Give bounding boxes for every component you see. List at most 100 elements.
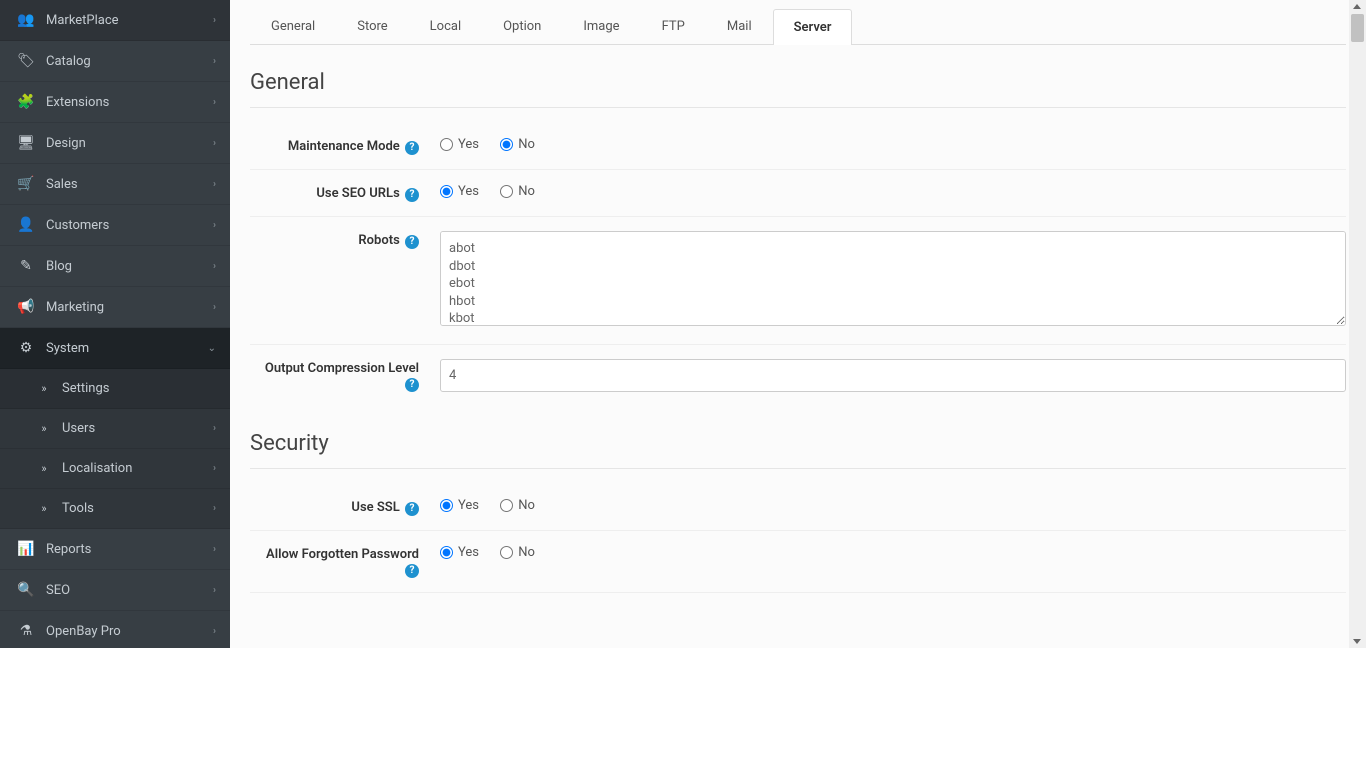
radio-maintenance-yes[interactable]: Yes <box>440 137 479 152</box>
sidebar-item-label: MarketPlace <box>46 13 119 28</box>
content-panel: General Store Local Option Image FTP Mai… <box>230 0 1366 648</box>
app-window: 👥MarketPlace› 🏷Catalog› 🧩Extensions› 🖥De… <box>0 0 1366 648</box>
sidebar-item-marketing[interactable]: 📢Marketing› <box>0 287 230 328</box>
sidebar-item-system[interactable]: ⚙ System ⌄ <box>0 328 230 369</box>
tab-store[interactable]: Store <box>336 8 408 44</box>
chart-icon: 📊 <box>16 541 36 557</box>
tab-mail[interactable]: Mail <box>706 8 773 44</box>
help-icon[interactable]: ? <box>405 188 419 202</box>
label-robots: Robots ? <box>250 231 425 330</box>
label-seo-urls: Use SEO URLs ? <box>250 184 425 202</box>
row-seo-urls: Use SEO URLs ? Yes No <box>250 170 1346 217</box>
sidebar-item-label: Blog <box>46 259 72 274</box>
users-icon: 👥 <box>16 12 36 28</box>
sidebar-item-label: Design <box>46 136 86 151</box>
sidebar-item-label: System <box>46 341 89 356</box>
sidebar-sub-tools[interactable]: »Tools› <box>0 489 230 529</box>
sidebar-item-label: Catalog <box>46 54 91 69</box>
radio-maintenance-no[interactable]: No <box>500 137 535 152</box>
help-icon[interactable]: ? <box>405 378 419 392</box>
sidebar-item-seo[interactable]: 🔍 SEO › <box>0 570 230 611</box>
help-icon[interactable]: ? <box>405 141 419 155</box>
help-icon[interactable]: ? <box>405 564 419 578</box>
chevron-right-icon: › <box>213 585 216 596</box>
compression-input[interactable] <box>440 359 1346 392</box>
scrollbar-vertical[interactable] <box>1349 0 1366 648</box>
sidebar-item-marketplace[interactable]: 👥MarketPlace› <box>0 0 230 41</box>
sidebar-item-sales[interactable]: 🛒Sales› <box>0 164 230 205</box>
sidebar-item-reports[interactable]: 📊 Reports › <box>0 529 230 570</box>
radio-label: Yes <box>458 498 479 513</box>
chevron-right-icon: › <box>213 56 216 67</box>
sidebar-item-label: Localisation <box>62 461 132 476</box>
double-chevron-icon: » <box>34 422 54 435</box>
chevron-right-icon: › <box>213 138 216 149</box>
radio-label: Yes <box>458 184 479 199</box>
section-heading-security: Security <box>250 431 1346 469</box>
sidebar-item-label: Extensions <box>46 95 109 110</box>
sidebar-sub-users[interactable]: » Users › <box>0 409 230 449</box>
tab-option[interactable]: Option <box>482 8 562 44</box>
help-icon[interactable]: ? <box>405 502 419 516</box>
tab-bar: General Store Local Option Image FTP Mai… <box>250 8 1346 45</box>
double-chevron-icon: » <box>34 382 54 395</box>
gear-icon: ⚙ <box>16 340 36 356</box>
label-forgot-password: Allow Forgotten Password ? <box>250 545 425 578</box>
radio-label: No <box>518 184 535 199</box>
sidebar-submenu-system: »Settings » Users › » Localisation › » Tools › <box>0 369 230 529</box>
section-heading-general: General <box>250 70 1346 108</box>
sidebar-item-extensions[interactable]: 🧩Extensions› <box>0 82 230 123</box>
cart-icon: 🛒 <box>16 176 36 192</box>
edit-icon: ✎ <box>16 258 36 274</box>
sidebar-item-label: Tools <box>62 501 94 516</box>
radio-seo-no[interactable]: No <box>500 184 535 199</box>
sidebar-item-blog[interactable]: ✎ Blog › <box>0 246 230 287</box>
user-icon: 👤 <box>16 217 36 233</box>
row-compression: Output Compression Level ? <box>250 345 1346 406</box>
radio-label: No <box>518 137 535 152</box>
sidebar-item-label: Sales <box>46 177 78 192</box>
sidebar-item-catalog[interactable]: 🏷 Catalog › <box>0 41 230 82</box>
sidebar-item-customers[interactable]: 👤 Customers › <box>0 205 230 246</box>
tag-icon: 🏷 <box>16 53 36 69</box>
radio-forgot-yes[interactable]: Yes <box>440 545 479 560</box>
chevron-right-icon: › <box>213 463 216 474</box>
search-icon: 🔍 <box>16 582 36 598</box>
tab-local[interactable]: Local <box>409 8 482 44</box>
sidebar-sub-localisation[interactable]: » Localisation › <box>0 449 230 489</box>
radio-label: Yes <box>458 545 479 560</box>
chevron-right-icon: › <box>213 220 216 231</box>
tab-image[interactable]: Image <box>562 8 640 44</box>
double-chevron-icon: » <box>34 502 54 515</box>
sidebar-item-label: Marketing <box>46 300 104 315</box>
radio-forgot-no[interactable]: No <box>500 545 535 560</box>
robots-textarea[interactable] <box>440 231 1346 326</box>
radio-label: No <box>518 545 535 560</box>
chevron-right-icon: › <box>213 544 216 555</box>
radio-label: Yes <box>458 137 479 152</box>
chevron-right-icon: › <box>213 261 216 272</box>
radio-label: No <box>518 498 535 513</box>
chevron-right-icon: › <box>213 302 216 313</box>
sidebar-item-label: Customers <box>46 218 109 233</box>
help-icon[interactable]: ? <box>405 235 419 249</box>
row-forgot-password: Allow Forgotten Password ? Yes No <box>250 531 1346 593</box>
label-compression: Output Compression Level ? <box>250 359 425 392</box>
puzzle-icon: 🧩 <box>16 94 36 110</box>
sidebar-item-design[interactable]: 🖥Design› <box>0 123 230 164</box>
scrollbar-thumb[interactable] <box>1351 14 1364 42</box>
tab-general[interactable]: General <box>250 8 336 44</box>
radio-seo-yes[interactable]: Yes <box>440 184 479 199</box>
sidebar-item-label: SEO <box>46 583 70 598</box>
sidebar-sub-settings[interactable]: »Settings <box>0 369 230 409</box>
radio-ssl-no[interactable]: No <box>500 498 535 513</box>
sidebar-item-openbay[interactable]: ⚗OpenBay Pro› <box>0 611 230 648</box>
radio-ssl-yes[interactable]: Yes <box>440 498 479 513</box>
sidebar-item-label: Reports <box>46 542 91 557</box>
double-chevron-icon: » <box>34 462 54 475</box>
chevron-right-icon: › <box>213 423 216 434</box>
chevron-down-icon: ⌄ <box>208 343 216 354</box>
tab-ftp[interactable]: FTP <box>641 8 706 44</box>
sidebar-item-label: Users <box>62 421 95 436</box>
tab-server[interactable]: Server <box>773 9 853 45</box>
